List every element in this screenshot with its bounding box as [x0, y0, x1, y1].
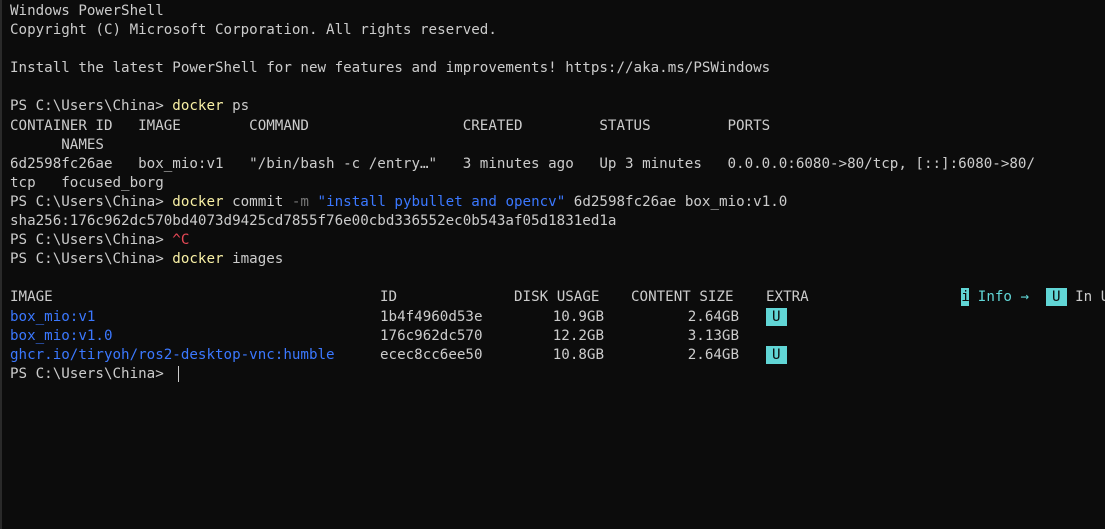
header-image: IMAGE	[10, 289, 53, 306]
content-size: 2.64GB	[687, 346, 739, 363]
ps-table-row: 6d2598fc26ae box_mio:v1 "/bin/bash -c /e…	[10, 155, 1035, 172]
command-verb: commit	[223, 193, 292, 210]
text-cursor[interactable]	[178, 365, 180, 382]
image-name: ghcr.io/tiryoh/ros2-desktop-vnc:humble	[10, 346, 335, 363]
command-name: docker	[172, 251, 224, 268]
active-prompt-line[interactable]: PS C:\Users\China>	[10, 365, 1105, 384]
banner-copyright: Copyright (C) Microsoft Corporation. All…	[10, 22, 497, 39]
header-id: ID	[380, 289, 398, 306]
image-name: box_mio:v1.0	[10, 327, 113, 344]
disk-usage: 12.2GB	[552, 327, 604, 344]
prompt: PS C:\Users\China>	[10, 193, 173, 210]
header-extra: EXTRA	[766, 289, 809, 306]
prompt-line: PS C:\Users\China> docker ps	[10, 97, 1105, 116]
command-args: 6d2598fc26ae box_mio:v1.0	[565, 193, 788, 210]
header-disk-usage: DISK USAGE	[514, 289, 600, 306]
terminal-window[interactable]: Windows PowerShell Copyright (C) Microso…	[0, 0, 1105, 529]
prompt-line: PS C:\Users\China> docker commit -m "ins…	[10, 193, 1105, 212]
prompt: PS C:\Users\China>	[10, 98, 173, 115]
interrupt-text: ^C	[172, 232, 190, 249]
content-size: 3.13GB	[687, 327, 739, 344]
ps-table-header-wrap: NAMES	[10, 136, 104, 153]
image-id: ecec8cc6ee50	[380, 346, 483, 363]
table-row: box_mio:v1.0 176c962dc570 12.2GB 3.13GB	[10, 327, 1105, 346]
prompt-line: PS C:\Users\China> docker images	[10, 250, 1105, 269]
image-name: box_mio:v1	[10, 308, 96, 325]
disk-usage: 10.9GB	[552, 308, 604, 325]
banner-title: Windows PowerShell	[10, 3, 164, 19]
images-table-header: IMAGE ID DISK USAGE CONTENT SIZE EXTRA	[10, 288, 1105, 307]
ps-table-header: CONTAINER ID IMAGE COMMAND CREATED STATU…	[10, 117, 771, 134]
command-args: images	[223, 251, 284, 268]
content-size: 2.64GB	[687, 308, 739, 325]
command-name: docker	[172, 98, 224, 115]
disk-usage: 10.8GB	[552, 346, 604, 363]
prompt: PS C:\Users\China>	[10, 232, 173, 249]
command-name: docker	[172, 193, 224, 210]
image-id: 1b4f4960d53e	[380, 308, 483, 325]
in-use-badge: U	[766, 307, 787, 326]
table-row: ghcr.io/tiryoh/ros2-desktop-vnc:humble e…	[10, 345, 1105, 365]
header-content-size: CONTENT SIZE	[631, 289, 734, 306]
prompt: PS C:\Users\China>	[10, 251, 173, 268]
ps-table-row-wrap: tcp focused_borg	[10, 174, 164, 191]
table-row: box_mio:v1 1b4f4960d53e 10.9GB 2.64GB U	[10, 307, 1105, 327]
command-flag: -m	[291, 193, 309, 210]
in-use-badge: U	[766, 345, 787, 364]
image-id: 176c962dc570	[380, 327, 483, 344]
commit-output: sha256:176c962dc570bd4073d9425cd7855f76e…	[10, 213, 617, 230]
images-legend: i Info →U In Use	[10, 269, 1105, 307]
command-message: "install pybullet and opencv"	[308, 193, 566, 210]
prompt: PS C:\Users\China>	[10, 365, 173, 382]
banner-install: Install the latest PowerShell for new fe…	[10, 60, 771, 77]
command-args: ps	[223, 98, 250, 115]
prompt-line: PS C:\Users\China> ^C	[10, 231, 1105, 250]
